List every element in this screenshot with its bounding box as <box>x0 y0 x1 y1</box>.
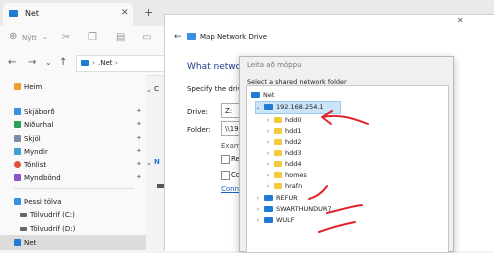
annotation-overlay <box>308 110 369 233</box>
annotation-mark <box>326 204 363 214</box>
annotation-arrow <box>321 110 369 125</box>
annotation-mark <box>308 185 328 200</box>
annotation-mark <box>318 221 356 233</box>
